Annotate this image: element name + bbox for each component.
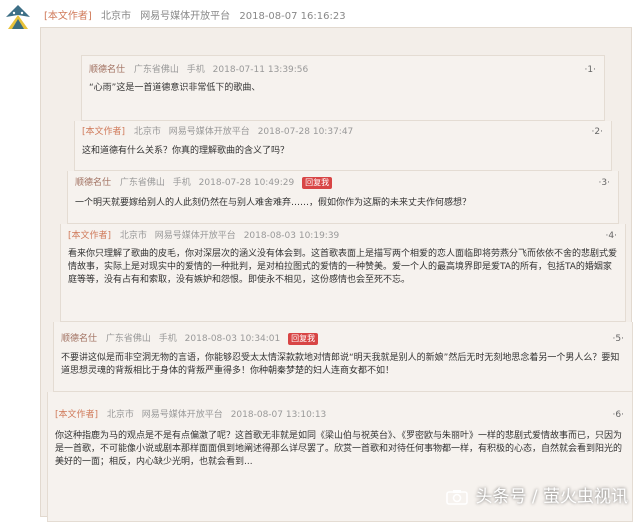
comment-location: 北京市 xyxy=(106,410,134,420)
comment-source: 手机 xyxy=(158,334,177,344)
comment-body: “心雨”这是一首道德意识非常低下的歌曲、 xyxy=(89,83,261,93)
comment-time: 2018-07-28 10:49:29 xyxy=(198,178,295,188)
comment-meta: 顺德名仕 广东省佛山 手机 2018-07-11 13:39:56 ·1· xyxy=(89,63,596,77)
comment-floor-1: 顺德名仕 广东省佛山 手机 2018-07-11 13:39:56 ·1· “心… xyxy=(81,55,605,121)
watermark-text: 头条号 / 萤火虫视讯 xyxy=(475,487,628,507)
author-source: 网易号媒体开放平台 xyxy=(140,11,231,22)
comment-meta: [本文作者] 北京市 网易号媒体开放平台 2018-08-07 13:10:13… xyxy=(55,408,624,422)
comment-time: 2018-08-07 13:10:13 xyxy=(230,410,327,420)
comment-user[interactable]: 顺德名仕 xyxy=(61,334,97,344)
floor-number: ·3· xyxy=(598,178,610,188)
author-time: 2018-08-07 16:16:23 xyxy=(239,11,346,22)
comment-body: 看来你只理解了歌曲的皮毛，你对深层次的涵义没有体会到。这首歌表面上是描写两个相爱… xyxy=(68,249,618,285)
author-tag[interactable]: [本文作者] xyxy=(82,127,125,137)
comment-meta: 顺德名仕 广东省佛山 手机 2018-07-28 10:49:29 回复我 ·3… xyxy=(75,176,610,190)
comment-location: 广东省佛山 xyxy=(133,65,179,75)
comment-floor-4: [本文作者] 北京市 网易号媒体开放平台 2018-08-03 10:19:39… xyxy=(60,224,626,322)
comment-floor-3: 顺德名仕 广东省佛山 手机 2018-07-28 10:49:29 回复我 ·3… xyxy=(67,171,619,224)
comment-location: 北京市 xyxy=(119,231,147,241)
reply-button[interactable]: 回复我 xyxy=(288,332,319,345)
article-meta: [本文作者] 北京市 网易号媒体开放平台 2018-08-07 16:16:23 xyxy=(44,7,352,22)
comment-location: 广东省佛山 xyxy=(105,334,151,344)
comment-source: 网易号媒体开放平台 xyxy=(141,410,223,420)
comment-location: 广东省佛山 xyxy=(119,178,165,188)
watermark: 头条号 / 萤火虫视讯 xyxy=(446,482,628,507)
comment-meta: 顺德名仕 广东省佛山 手机 2018-08-03 10:34:01 回复我 ·5… xyxy=(61,332,624,346)
author-tag[interactable]: [本文作者] xyxy=(44,11,92,22)
reply-button[interactable]: 回复我 xyxy=(302,176,333,189)
comment-location: 北京市 xyxy=(133,127,161,137)
author-location: 北京市 xyxy=(101,11,131,22)
comment-time: 2018-08-03 10:19:39 xyxy=(243,231,340,241)
comment-time: 2018-08-03 10:34:01 xyxy=(184,334,281,344)
floor-number: ·4· xyxy=(605,231,617,241)
floor-number: ·6· xyxy=(612,410,624,420)
comment-time: 2018-07-11 13:39:56 xyxy=(212,65,309,75)
comment-user[interactable]: 顺德名仕 xyxy=(89,65,125,75)
comment-source: 网易号媒体开放平台 xyxy=(168,127,250,137)
comment-source: 手机 xyxy=(186,65,205,75)
comment-user[interactable]: 顺德名仕 xyxy=(75,178,111,188)
author-tag[interactable]: [本文作者] xyxy=(55,410,98,420)
comment-body: 这和道德有什么关系？你真的理解歌曲的含义了吗？ xyxy=(82,146,290,156)
comment-floor-5: 顺德名仕 广东省佛山 手机 2018-08-03 10:34:01 回复我 ·5… xyxy=(53,322,633,392)
comment-floor-2: [本文作者] 北京市 网易号媒体开放平台 2018-07-28 10:37:47… xyxy=(74,121,612,171)
comment-body: 你这种指鹿为马的观点是不是有点偏激了呢？这首歌无非就是如同《梁山伯与祝英台》、《… xyxy=(55,431,623,467)
floor-number: ·2· xyxy=(591,127,603,137)
comment-meta: [本文作者] 北京市 网易号媒体开放平台 2018-08-03 10:19:39… xyxy=(68,229,617,243)
user-avatar-icon xyxy=(4,3,32,33)
comment-body: 不要讲这似是而非空洞无物的言语，你能够忍受太太情深款款地对情郎说“明天我就是别人… xyxy=(61,353,620,376)
floor-number: ·5· xyxy=(612,334,624,344)
comment-body: 一个明天就要嫁给别人的人此刻仍然在与别人难舍难弃……，假如你作为这厮的未来丈夫作… xyxy=(75,198,472,208)
floor-number: ·1· xyxy=(584,65,596,75)
comment-source: 网易号媒体开放平台 xyxy=(154,231,236,241)
camera-icon xyxy=(446,490,468,505)
author-tag[interactable]: [本文作者] xyxy=(68,231,111,241)
comment-meta: [本文作者] 北京市 网易号媒体开放平台 2018-07-28 10:37:47… xyxy=(82,125,603,139)
comment-source: 手机 xyxy=(172,178,191,188)
comment-thread: 顺德名仕 广东省佛山 手机 2018-07-11 13:39:56 ·1· “心… xyxy=(40,27,633,522)
comment-time: 2018-07-28 10:37:47 xyxy=(257,127,354,137)
